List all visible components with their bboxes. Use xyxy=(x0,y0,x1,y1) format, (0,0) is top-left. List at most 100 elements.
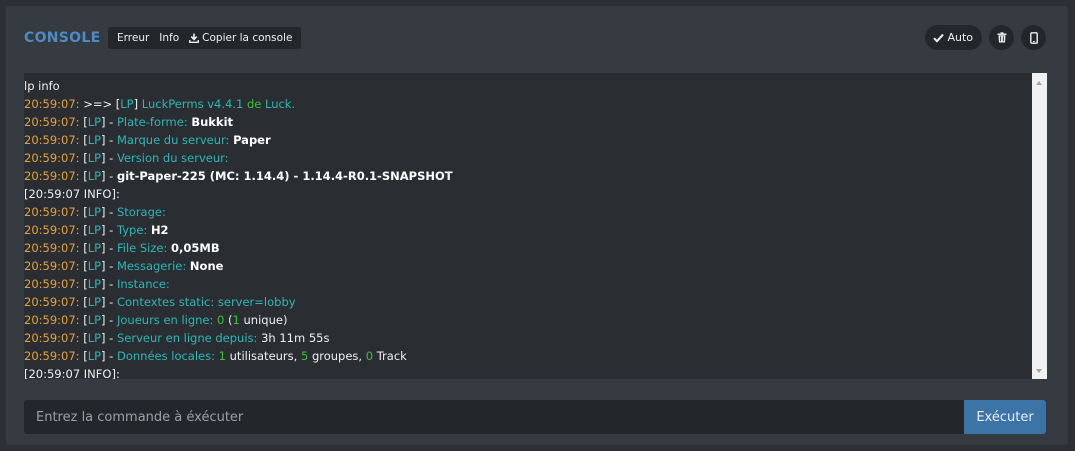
copy-console-button[interactable]: Copier la console xyxy=(184,32,297,44)
console-line-segment: 20:59:07: xyxy=(24,133,84,147)
trash-icon xyxy=(997,32,1006,43)
console-line-segment: ] - xyxy=(101,295,117,309)
console-line-segment: LP xyxy=(87,349,102,363)
mobile-icon xyxy=(1029,31,1038,44)
auto-scroll-label: Auto xyxy=(947,31,973,44)
command-input[interactable] xyxy=(24,400,964,434)
console-line-segment: File Size: xyxy=(116,241,172,255)
console-line-segment: Messagerie: xyxy=(116,259,190,273)
execute-button[interactable]: Exécuter xyxy=(964,400,1046,434)
console-line-segment: LP xyxy=(87,313,102,327)
console-line-segment: Contextes static: xyxy=(116,295,218,309)
console-line-segment: Données locales: xyxy=(116,349,219,363)
console-line-segment: lp info xyxy=(24,79,60,93)
filter-error-button[interactable]: Erreur xyxy=(112,32,154,44)
console-line: 20:59:07: [LP] - Messagerie: None xyxy=(24,257,1032,275)
console-line-segment: LP xyxy=(87,277,102,291)
console-line-segment: ] - xyxy=(101,133,117,147)
console-line-segment: de xyxy=(246,97,265,111)
console-line-segment: ] - xyxy=(101,169,117,183)
console-line-segment: ] - xyxy=(101,241,117,255)
console-line: 20:59:07: [LP] - Plate-forme: Bukkit xyxy=(24,113,1032,131)
console-line-segment: 20:59:07: xyxy=(24,295,84,309)
console-line: 20:59:07: [LP] - Contextes static: serve… xyxy=(24,293,1032,311)
console-line: 20:59:07: [LP] - Type: H2 xyxy=(24,221,1032,239)
console-line-segment: 20:59:07: xyxy=(24,97,84,111)
console-line-segment: ] - xyxy=(101,277,117,291)
auto-scroll-toggle[interactable]: Auto xyxy=(925,25,982,50)
console-line-segment: 20:59:07: xyxy=(24,151,84,165)
console-line-segment: unique) xyxy=(239,313,288,327)
console-line-segment: LP xyxy=(87,151,102,165)
console-line-segment: LuckPerms v4.4.1 xyxy=(141,97,247,111)
console-line-segment: >=> xyxy=(83,97,116,111)
console-line-segment: LP xyxy=(87,169,102,183)
console-line-segment: ] - xyxy=(101,115,117,129)
console-line-segment: 20:59:07: xyxy=(24,259,84,273)
console-scrollbar[interactable] xyxy=(1032,73,1047,379)
clear-console-button[interactable] xyxy=(989,25,1014,50)
console-line-segment: 20:59:07: xyxy=(24,277,84,291)
mobile-view-button[interactable] xyxy=(1021,25,1046,50)
console-line: 20:59:07: [LP] - Version du serveur: xyxy=(24,149,1032,167)
console-line-segment: LP xyxy=(87,205,102,219)
console-line-segment: ] - xyxy=(101,223,117,237)
console-line-segment: LP xyxy=(87,133,102,147)
console-title: CONSOLE xyxy=(24,30,101,46)
filter-toolbar: Erreur Info Copier la console xyxy=(108,27,302,49)
scroll-up-arrow-icon[interactable] xyxy=(1036,81,1042,85)
console-line-segment: 1 xyxy=(218,349,226,363)
console-line-segment: ] - xyxy=(101,331,117,345)
console-line-segment: 20:59:07: xyxy=(24,169,84,183)
console-line-segment: 0,05MB xyxy=(171,241,220,255)
console-line-segment: lobby xyxy=(263,295,296,309)
console-line-segment: git-Paper-225 (MC: 1.14.4) - 1.14.4-R0.1… xyxy=(116,169,453,183)
console-line-segment: Luck. xyxy=(264,97,296,111)
console-line-segment: 20:59:07: xyxy=(24,205,84,219)
console-line-segment: Track xyxy=(373,349,407,363)
check-icon xyxy=(933,33,945,43)
console-line: 20:59:07: [LP] - Storage: xyxy=(24,203,1032,221)
console-line-segment: Bukkit xyxy=(191,115,234,129)
console-line: lp info xyxy=(24,77,1032,95)
command-bar: Exécuter xyxy=(24,400,1046,434)
console-line-segment: Serveur en ligne depuis: xyxy=(116,331,262,345)
console-line-segment: ] - xyxy=(101,151,117,165)
console-line-segment: LP xyxy=(87,241,102,255)
copy-console-label: Copier la console xyxy=(202,32,293,44)
console-line-segment: 20:59:07: xyxy=(24,115,84,129)
filter-info-button[interactable]: Info xyxy=(154,32,184,44)
console-line-segment: LP xyxy=(120,97,134,111)
console-line-segment: [20:59:07 INFO]: xyxy=(24,367,120,379)
console-line-segment: 20:59:07: xyxy=(24,349,84,363)
scroll-down-arrow-icon[interactable] xyxy=(1036,369,1042,373)
console-line-segment: ] - xyxy=(101,313,117,327)
console-line: 20:59:07: [LP] - Instance: xyxy=(24,275,1032,293)
download-icon xyxy=(189,33,200,43)
console-line-segment: 20:59:07: xyxy=(24,313,84,327)
console-line: 20:59:07: >=> [LP] LuckPerms v4.4.1 de L… xyxy=(24,95,1032,113)
console-line-segment: Plate-forme: xyxy=(116,115,192,129)
console-line-segment: 0 xyxy=(365,349,374,363)
console-line: 20:59:07: [LP] - Joueurs en ligne: 0 (1 … xyxy=(24,311,1032,329)
console-header: CONSOLE Erreur Info Copier la console Au… xyxy=(6,6,1068,66)
console-line-segment: 20:59:07: xyxy=(24,241,84,255)
console-line-segment: utilisateurs, xyxy=(225,349,301,363)
console-line-segment: LP xyxy=(87,223,102,237)
console-actions: Auto xyxy=(925,25,1046,50)
console-line-segment: None xyxy=(189,259,224,273)
console-line-segment: groupes, xyxy=(308,349,366,363)
console-line: 20:59:07: [LP] - Marque du serveur: Pape… xyxy=(24,131,1032,149)
console-line-segment: H2 xyxy=(150,223,169,237)
console-line-segment: ] xyxy=(133,97,142,111)
console-line-segment: ( xyxy=(224,313,233,327)
console-line: 20:59:07: [LP] - git-Paper-225 (MC: 1.14… xyxy=(24,167,1032,185)
console-lines: lp info 20:59:07: >=> [LP] LuckPerms v4.4… xyxy=(24,73,1032,379)
console-line-segment: LP xyxy=(87,331,102,345)
console-line-segment: LP xyxy=(87,115,102,129)
console-line-segment: ] - xyxy=(101,259,117,273)
console-line-segment: Type: xyxy=(116,223,151,237)
console-line-segment: Storage: xyxy=(116,205,166,219)
console-line-segment: 20:59:07: xyxy=(24,331,84,345)
console-line-segment: Paper xyxy=(233,133,271,147)
